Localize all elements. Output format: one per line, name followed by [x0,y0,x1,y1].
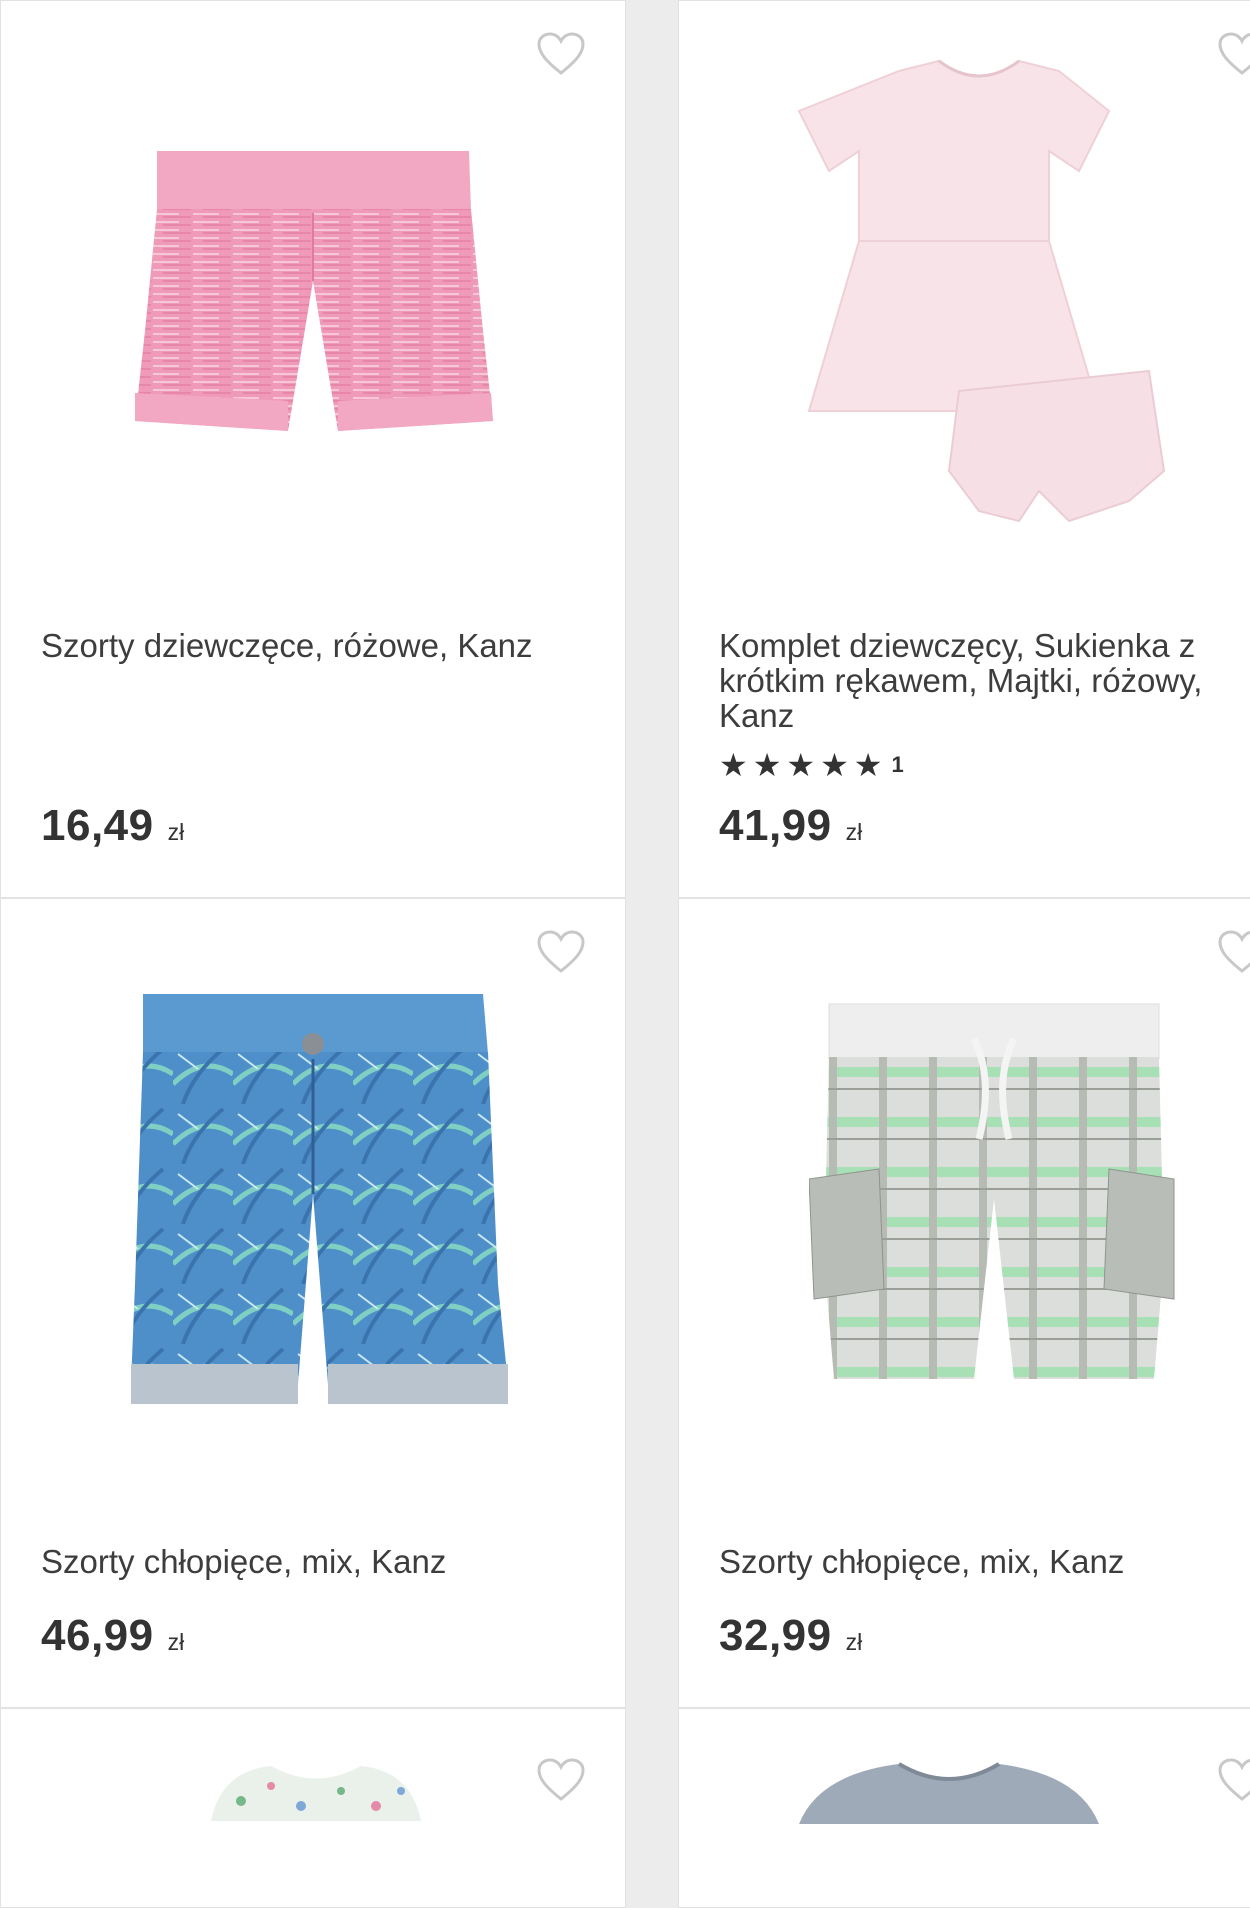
product-image[interactable] [1,41,625,561]
product-card[interactable] [0,1708,626,1908]
star-icon: ★ [752,747,782,783]
price-value: 41,99 [719,801,832,850]
product-image[interactable] [679,999,1250,1419]
rating-stars: ★ ★ ★ ★ ★ 1 [719,749,904,781]
price-currency: zł [167,819,185,845]
product-title[interactable]: Szorty chłopięce, mix, Kanz [719,1544,1250,1579]
product-title[interactable]: Szorty dziewczęce, różowe, Kanz [41,628,601,663]
price-value: 46,99 [41,1611,154,1660]
product-image[interactable] [799,1754,1099,1824]
star-icon: ★ [853,747,883,783]
product-price: 16,49 zł [41,801,184,851]
price-value: 32,99 [719,1611,832,1660]
product-card[interactable]: Komplet dziewczęcy, Sukienka z krótkim r… [678,0,1250,898]
product-image[interactable] [679,41,1250,561]
product-card[interactable]: Szorty chłopięce, mix, Kanz 32,99 zł [678,898,1250,1708]
price-currency: zł [167,1629,185,1655]
green-cargo-shorts-image [809,1003,1175,1379]
product-card[interactable]: Szorty dziewczęce, różowe, Kanz 16,49 zł [0,0,626,898]
wishlist-heart-icon[interactable] [1217,1757,1250,1803]
grey-tshirt-image [799,1762,1099,1824]
price-currency: zł [845,819,863,845]
product-image[interactable] [1,984,625,1424]
wishlist-heart-icon[interactable] [536,929,586,975]
pink-dress-set-image [797,59,1166,523]
product-price: 46,99 zł [41,1611,184,1661]
rating-count: 1 [891,752,904,777]
product-title[interactable]: Komplet dziewczęcy, Sukienka z krótkim r… [719,628,1250,733]
star-icon: ★ [820,747,849,783]
price-value: 16,49 [41,801,154,850]
floral-top-image [211,1766,421,1821]
product-card[interactable]: Szorty chłopięce, mix, Kanz 46,99 zł [0,898,626,1708]
product-price: 32,99 zł [719,1611,862,1661]
product-price: 41,99 zł [719,801,862,851]
product-card[interactable] [678,1708,1250,1908]
product-title[interactable]: Szorty chłopięce, mix, Kanz [41,1544,601,1579]
wishlist-heart-icon[interactable] [536,1757,586,1803]
pink-shorts-image [135,151,493,431]
wishlist-heart-icon[interactable] [1217,929,1250,975]
product-image[interactable] [201,1761,431,1821]
blue-palm-shorts-image [131,994,508,1404]
star-icon: ★ [719,747,748,783]
price-currency: zł [845,1629,863,1655]
star-icon: ★ [786,747,816,783]
